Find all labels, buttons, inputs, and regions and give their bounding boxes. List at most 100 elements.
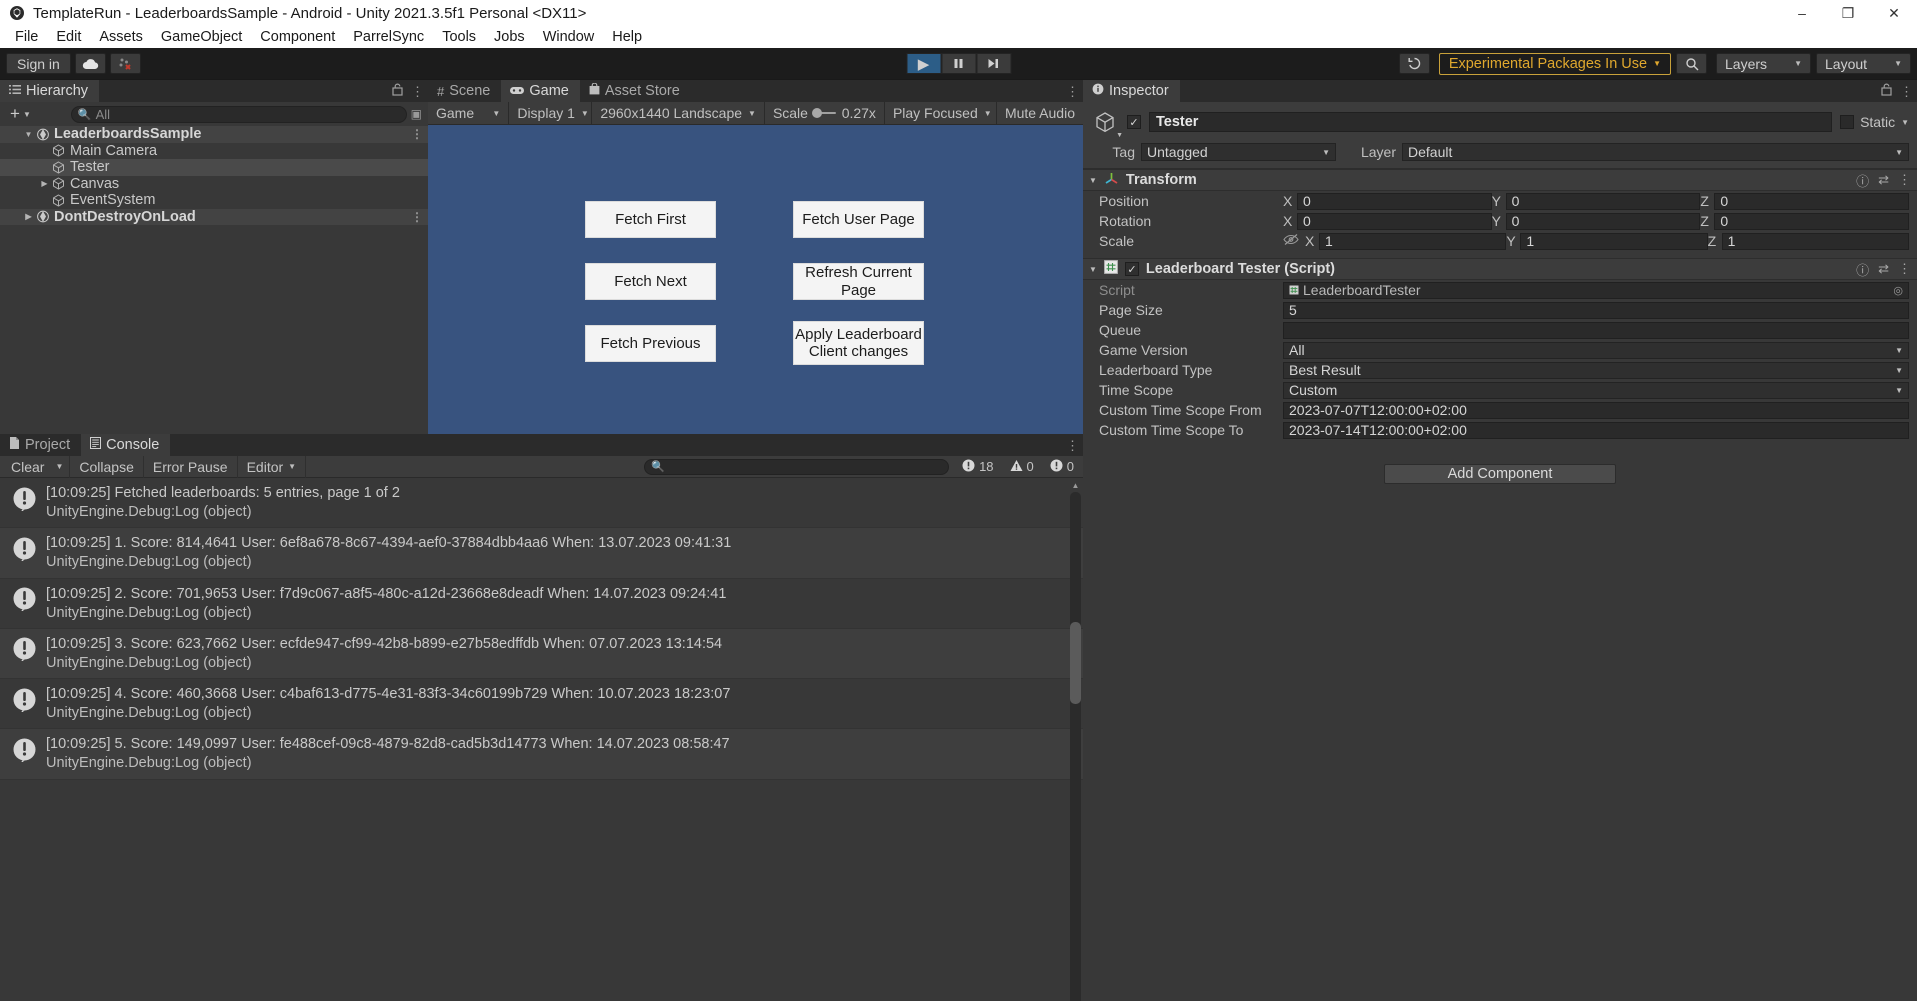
game-button-fetch-user-page[interactable]: Fetch User Page: [793, 201, 924, 238]
property-dropdown[interactable]: All ▼: [1283, 341, 1909, 359]
clear-dropdown-button[interactable]: ▼: [49, 455, 71, 478]
tab-hierarchy[interactable]: Hierarchy: [0, 80, 100, 102]
menu-item-tools[interactable]: Tools: [433, 26, 485, 48]
kebab-menu-icon[interactable]: ⋮: [411, 210, 423, 224]
property-dropdown[interactable]: Best Result ▼: [1283, 361, 1909, 379]
static-checkbox[interactable]: [1840, 115, 1855, 129]
position-x-input[interactable]: 0: [1297, 192, 1492, 210]
hierarchy-item-leaderboardssample[interactable]: ▼ LeaderboardsSample ⋮: [0, 126, 428, 143]
chevron-right-icon[interactable]: ▶: [22, 212, 35, 221]
console-log-entry[interactable]: [10:09:25] 4. Score: 460,3668 User: c4ba…: [0, 679, 1083, 730]
menu-item-gameobject[interactable]: GameObject: [152, 26, 251, 48]
console-log-entry[interactable]: [10:09:25] 5. Score: 149,0997 User: fe48…: [0, 729, 1083, 780]
console-log-entry[interactable]: [10:09:25] Fetched leaderboards: 5 entri…: [0, 478, 1083, 529]
menu-item-jobs[interactable]: Jobs: [485, 26, 534, 48]
clear-button[interactable]: Clear: [2, 456, 49, 478]
preset-icon[interactable]: ⇄: [1878, 261, 1889, 277]
property-input[interactable]: 5: [1283, 301, 1909, 319]
hierarchy-item-canvas[interactable]: ▶ Canvas: [0, 176, 428, 193]
menu-item-component[interactable]: Component: [251, 26, 344, 48]
gameview-view-dropdown[interactable]: Game ▼: [428, 101, 510, 125]
gameview-playmode-dropdown[interactable]: Play Focused ▼: [885, 101, 997, 125]
kebab-menu-icon[interactable]: ⋮: [1898, 261, 1911, 277]
collapse-toggle[interactable]: Collapse: [70, 455, 144, 478]
kebab-menu-icon[interactable]: ⋮: [411, 127, 423, 141]
position-y-input[interactable]: 0: [1505, 192, 1701, 210]
search-icon[interactable]: [1676, 53, 1707, 74]
warning-counter[interactable]: 0: [1003, 456, 1041, 478]
gameview-resolution-dropdown[interactable]: 2960x1440 Landscape ▼: [592, 101, 765, 125]
kebab-menu-icon[interactable]: ⋮: [411, 85, 424, 98]
gameobject-name-field[interactable]: Tester: [1149, 112, 1833, 132]
kebab-menu-icon[interactable]: ⋮: [1898, 172, 1911, 188]
error-counter[interactable]: 0: [1043, 456, 1081, 478]
tab-asset-store[interactable]: Asset Store: [579, 80, 691, 102]
gameview-display-dropdown[interactable]: Display 1 ▼: [509, 101, 593, 125]
menu-item-edit[interactable]: Edit: [47, 26, 90, 48]
tab-scene[interactable]: # Scene: [428, 80, 502, 102]
console-search-input[interactable]: 🔍: [644, 458, 950, 475]
scale-z-input[interactable]: 1: [1721, 232, 1909, 250]
step-button[interactable]: [976, 53, 1011, 74]
console-scrollbar-thumb[interactable]: [1070, 622, 1081, 704]
game-button-refresh-current-page[interactable]: Refresh Current Page: [793, 263, 924, 300]
tab-project[interactable]: Project: [0, 434, 82, 456]
kebab-menu-icon[interactable]: ⋮: [1066, 85, 1079, 98]
collab-error-icon[interactable]: [109, 53, 141, 74]
object-picker-icon[interactable]: ◎: [1893, 284, 1903, 297]
console-scrollbar[interactable]: [1070, 492, 1081, 1001]
minimize-button[interactable]: –: [1779, 0, 1825, 26]
scale-slider-track[interactable]: [811, 108, 836, 118]
menu-item-file[interactable]: File: [6, 26, 47, 48]
game-button-fetch-next[interactable]: Fetch Next: [585, 263, 716, 300]
position-z-input[interactable]: 0: [1714, 192, 1910, 210]
help-icon[interactable]: ⓘ: [1856, 260, 1869, 279]
sign-in-button[interactable]: Sign in: [6, 53, 71, 74]
editor-dropdown[interactable]: Editor ▼: [238, 455, 307, 478]
game-render-canvas[interactable]: Fetch First Fetch Next Fetch Previous Fetch…: [428, 125, 1083, 434]
scroll-up-arrow[interactable]: ▲: [1070, 480, 1081, 491]
scale-y-input[interactable]: 1: [1520, 232, 1708, 250]
kebab-menu-icon[interactable]: ⋮: [1900, 85, 1913, 98]
gameobject-enabled-checkbox[interactable]: ✓: [1127, 115, 1141, 129]
script-enabled-checkbox[interactable]: ✓: [1124, 262, 1139, 276]
pause-button[interactable]: [941, 53, 976, 74]
tab-game[interactable]: Game: [501, 80, 580, 102]
game-button-apply-leaderboard-client-changes[interactable]: Apply Leaderboard Client changes: [793, 321, 924, 365]
menu-item-help[interactable]: Help: [603, 26, 651, 48]
lock-icon[interactable]: [392, 83, 403, 100]
cloud-icon[interactable]: [74, 53, 106, 74]
close-button[interactable]: ✕: [1871, 0, 1917, 26]
info-counter[interactable]: 18: [955, 456, 1000, 478]
layout-dropdown[interactable]: Layout ▼: [1816, 53, 1911, 74]
chevron-down-icon[interactable]: ▼: [1089, 265, 1097, 274]
layers-dropdown[interactable]: Layers ▼: [1716, 53, 1811, 74]
property-input[interactable]: 2023-07-07T12:00:00+02:00: [1283, 401, 1909, 419]
game-button-fetch-first[interactable]: Fetch First: [585, 201, 716, 238]
undo-history-icon[interactable]: [1398, 53, 1430, 74]
maximize-button[interactable]: ❐: [1825, 0, 1871, 26]
error-pause-toggle[interactable]: Error Pause: [144, 455, 238, 478]
constrain-proportions-icon[interactable]: [1283, 233, 1299, 249]
console-log-entry[interactable]: [10:09:25] 2. Score: 701,9653 User: f7d9…: [0, 579, 1083, 629]
menu-item-parrelsync[interactable]: ParrelSync: [344, 26, 433, 48]
scale-x-input[interactable]: 1: [1319, 232, 1507, 250]
console-log-entry[interactable]: [10:09:25] 3. Score: 623,7662 User: ecfd…: [0, 628, 1083, 679]
chevron-down-icon[interactable]: ▼: [1901, 118, 1909, 127]
rotation-z-input[interactable]: 0: [1714, 212, 1910, 230]
tab-console[interactable]: Console: [81, 434, 171, 456]
gameview-scale-slider[interactable]: Scale 0.27x: [765, 101, 885, 125]
chevron-down-icon[interactable]: ▼: [22, 130, 35, 139]
property-object-field[interactable]: LeaderboardTester ◎: [1283, 281, 1909, 299]
menu-item-window[interactable]: Window: [534, 26, 604, 48]
preset-icon[interactable]: ⇄: [1878, 172, 1889, 188]
property-dropdown[interactable]: Custom ▼: [1283, 381, 1909, 399]
hierarchy-item-tester[interactable]: Tester: [0, 159, 428, 176]
add-gameobject-button[interactable]: + ▼: [6, 104, 35, 124]
tab-inspector[interactable]: Inspector: [1083, 80, 1180, 102]
gameview-mute-audio-toggle[interactable]: Mute Audio: [997, 102, 1083, 125]
property-input[interactable]: [1283, 321, 1909, 339]
rotation-y-input[interactable]: 0: [1505, 212, 1701, 230]
chevron-down-icon[interactable]: ▼: [1089, 176, 1097, 185]
console-log-entry[interactable]: [10:09:25] 1. Score: 814,4641 User: 6ef8…: [0, 528, 1083, 579]
